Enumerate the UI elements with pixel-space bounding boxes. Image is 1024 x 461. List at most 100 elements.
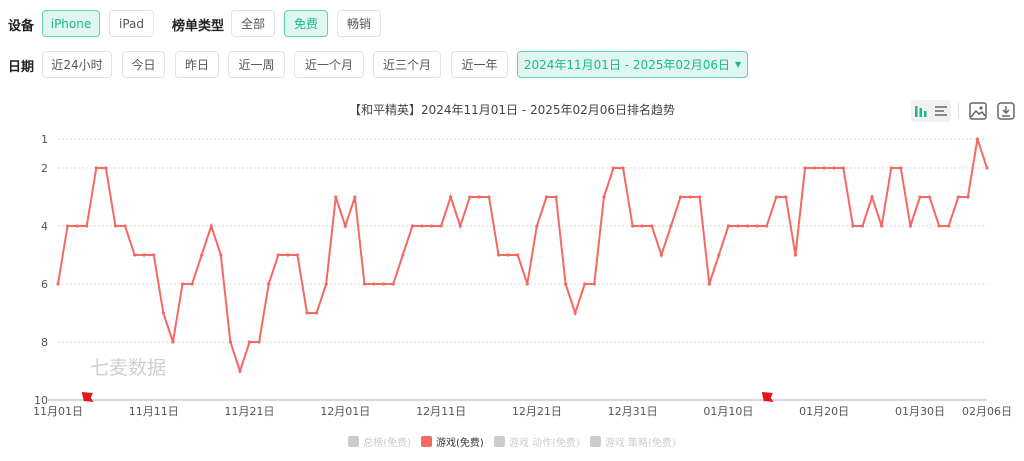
data-point[interactable]: [832, 166, 836, 170]
data-point[interactable]: [161, 311, 165, 315]
data-point[interactable]: [439, 224, 443, 228]
event-flag-icon[interactable]: [761, 392, 774, 405]
data-point[interactable]: [477, 195, 482, 199]
data-point[interactable]: [650, 224, 654, 228]
data-point[interactable]: [889, 166, 893, 170]
data-point[interactable]: [171, 340, 175, 344]
data-point[interactable]: [276, 253, 280, 257]
data-point[interactable]: [678, 195, 683, 199]
legend-item[interactable]: 总榜(免费): [348, 434, 411, 449]
data-point[interactable]: [554, 195, 558, 199]
data-point[interactable]: [918, 195, 922, 199]
data-point[interactable]: [813, 166, 817, 170]
data-point[interactable]: [669, 224, 673, 228]
data-point[interactable]: [506, 253, 510, 257]
data-point[interactable]: [956, 195, 960, 199]
data-point[interactable]: [200, 253, 204, 257]
data-point[interactable]: [496, 253, 501, 257]
data-point[interactable]: [563, 282, 568, 286]
data-point[interactable]: [516, 253, 520, 257]
data-point[interactable]: [123, 224, 127, 228]
data-point[interactable]: [851, 224, 855, 228]
data-point[interactable]: [429, 224, 434, 228]
data-point[interactable]: [113, 224, 118, 228]
data-point[interactable]: [257, 340, 261, 344]
data-point[interactable]: [190, 282, 194, 286]
data-point[interactable]: [937, 224, 941, 228]
data-point[interactable]: [755, 224, 759, 228]
data-point[interactable]: [372, 282, 376, 286]
data-point[interactable]: [267, 282, 271, 286]
data-point[interactable]: [592, 282, 596, 286]
data-point[interactable]: [947, 224, 951, 228]
data-point[interactable]: [927, 195, 932, 199]
data-point[interactable]: [305, 311, 309, 315]
data-point[interactable]: [382, 282, 386, 286]
data-point[interactable]: [966, 195, 970, 199]
data-point[interactable]: [880, 224, 884, 228]
data-point[interactable]: [525, 282, 529, 286]
event-flag-icon[interactable]: [81, 392, 94, 405]
data-point[interactable]: [286, 253, 290, 257]
data-point[interactable]: [908, 224, 912, 228]
data-point[interactable]: [688, 195, 692, 199]
legend-item[interactable]: 游戏(免费): [421, 434, 484, 449]
data-point[interactable]: [841, 166, 845, 170]
data-point[interactable]: [726, 224, 731, 228]
data-point[interactable]: [487, 195, 491, 199]
data-point[interactable]: [343, 224, 347, 228]
data-point[interactable]: [75, 224, 79, 228]
data-point[interactable]: [784, 195, 788, 199]
data-point[interactable]: [219, 253, 223, 257]
data-point[interactable]: [410, 224, 414, 228]
data-point[interactable]: [468, 195, 472, 199]
data-point[interactable]: [314, 311, 319, 315]
data-point[interactable]: [583, 282, 587, 286]
data-point[interactable]: [85, 224, 89, 228]
data-point[interactable]: [104, 166, 108, 170]
data-point[interactable]: [736, 224, 740, 228]
data-point[interactable]: [698, 195, 702, 199]
data-point[interactable]: [611, 166, 616, 170]
data-point[interactable]: [152, 253, 156, 257]
data-point[interactable]: [621, 166, 625, 170]
data-point[interactable]: [295, 253, 300, 257]
data-point[interactable]: [745, 224, 750, 228]
data-point[interactable]: [449, 195, 453, 199]
data-point[interactable]: [324, 282, 328, 286]
data-point[interactable]: [899, 166, 903, 170]
legend-item[interactable]: 游戏 策略(免费): [589, 434, 676, 449]
data-point[interactable]: [133, 253, 137, 257]
data-point[interactable]: [247, 340, 252, 344]
data-point[interactable]: [774, 195, 778, 199]
data-point[interactable]: [765, 224, 769, 228]
data-point[interactable]: [985, 166, 989, 170]
data-point[interactable]: [803, 166, 807, 170]
data-point[interactable]: [209, 224, 213, 228]
data-point[interactable]: [362, 282, 367, 286]
data-point[interactable]: [822, 166, 826, 170]
data-point[interactable]: [535, 224, 539, 228]
data-point[interactable]: [640, 224, 644, 228]
data-point[interactable]: [659, 253, 663, 257]
data-point[interactable]: [860, 224, 865, 228]
data-point[interactable]: [707, 282, 711, 286]
data-point[interactable]: [94, 166, 98, 170]
data-point[interactable]: [56, 282, 60, 286]
data-point[interactable]: [870, 195, 874, 199]
data-point[interactable]: [180, 282, 185, 286]
data-point[interactable]: [793, 253, 798, 257]
legend-item[interactable]: 游戏 动作(免费): [493, 434, 580, 449]
data-point[interactable]: [334, 195, 338, 199]
data-point[interactable]: [238, 369, 242, 373]
data-point[interactable]: [228, 340, 232, 344]
data-point[interactable]: [544, 195, 549, 199]
data-point[interactable]: [631, 224, 635, 228]
data-point[interactable]: [353, 195, 357, 199]
data-point[interactable]: [391, 282, 395, 286]
data-point[interactable]: [602, 195, 606, 199]
data-point[interactable]: [975, 137, 980, 141]
data-point[interactable]: [142, 253, 146, 257]
data-point[interactable]: [717, 253, 721, 257]
data-point[interactable]: [401, 253, 405, 257]
